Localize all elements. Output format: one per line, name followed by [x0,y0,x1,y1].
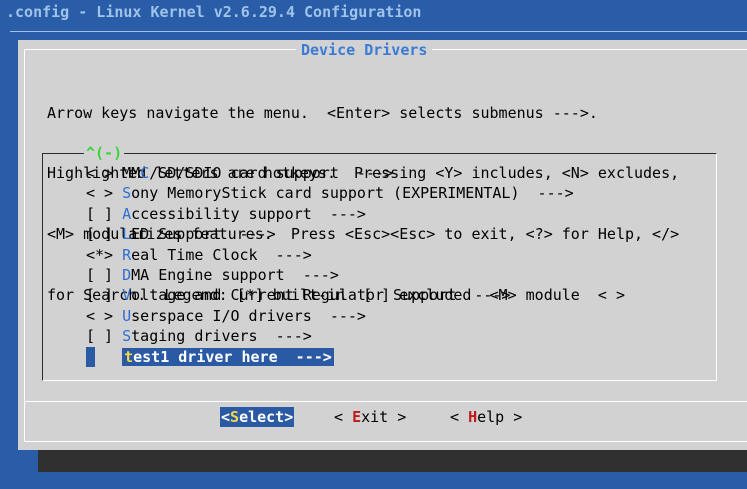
menu-item-uio[interactable]: < > Userspace I/O drivers ---> [86,306,574,326]
window-title: .config - Linux Kernel v2.6.29.4 Configu… [6,3,422,21]
menu-item-mmc[interactable]: < > MMC/SD/SDIO card support ---> [86,163,574,183]
menu-item-staging[interactable]: [ ] Staging drivers ---> [86,326,574,346]
scroll-up-indicator[interactable]: ^(-) [84,143,125,163]
button-bar: <Select> < Exit > < Help > [18,407,747,427]
menu-item-regulator[interactable]: [ ] Voltage and Current Regulator Suppor… [86,285,574,305]
button-separator [24,401,747,402]
title-divider [10,31,747,32]
menu-item-rtc[interactable]: <*> Real Time Clock ---> [86,245,574,265]
help-button[interactable]: < Help > [450,407,522,427]
help-line: Arrow keys navigate the menu. <Enter> se… [47,103,598,122]
menu-item-dma[interactable]: [ ] DMA Engine support ---> [86,265,574,285]
menu-item-test1-selected[interactable]: test1 driver here ---> [86,346,574,367]
menu-item-accessibility[interactable]: [ ] Accessibility support ---> [86,204,574,224]
menu-item-led[interactable]: [ ] LED Support ---> [86,224,574,244]
dialog-title: Device Drivers [296,40,433,60]
device-drivers-dialog: Device Drivers Arrow keys navigate the m… [18,40,747,450]
selection-marker [86,346,95,367]
menu-item-memorystick[interactable]: < > Sony MemoryStick card support (EXPER… [86,183,574,203]
menu-list: < > MMC/SD/SDIO card support ---> < > So… [86,163,574,367]
select-button[interactable]: <Select> [220,407,295,427]
exit-button[interactable]: < Exit > [334,407,406,427]
